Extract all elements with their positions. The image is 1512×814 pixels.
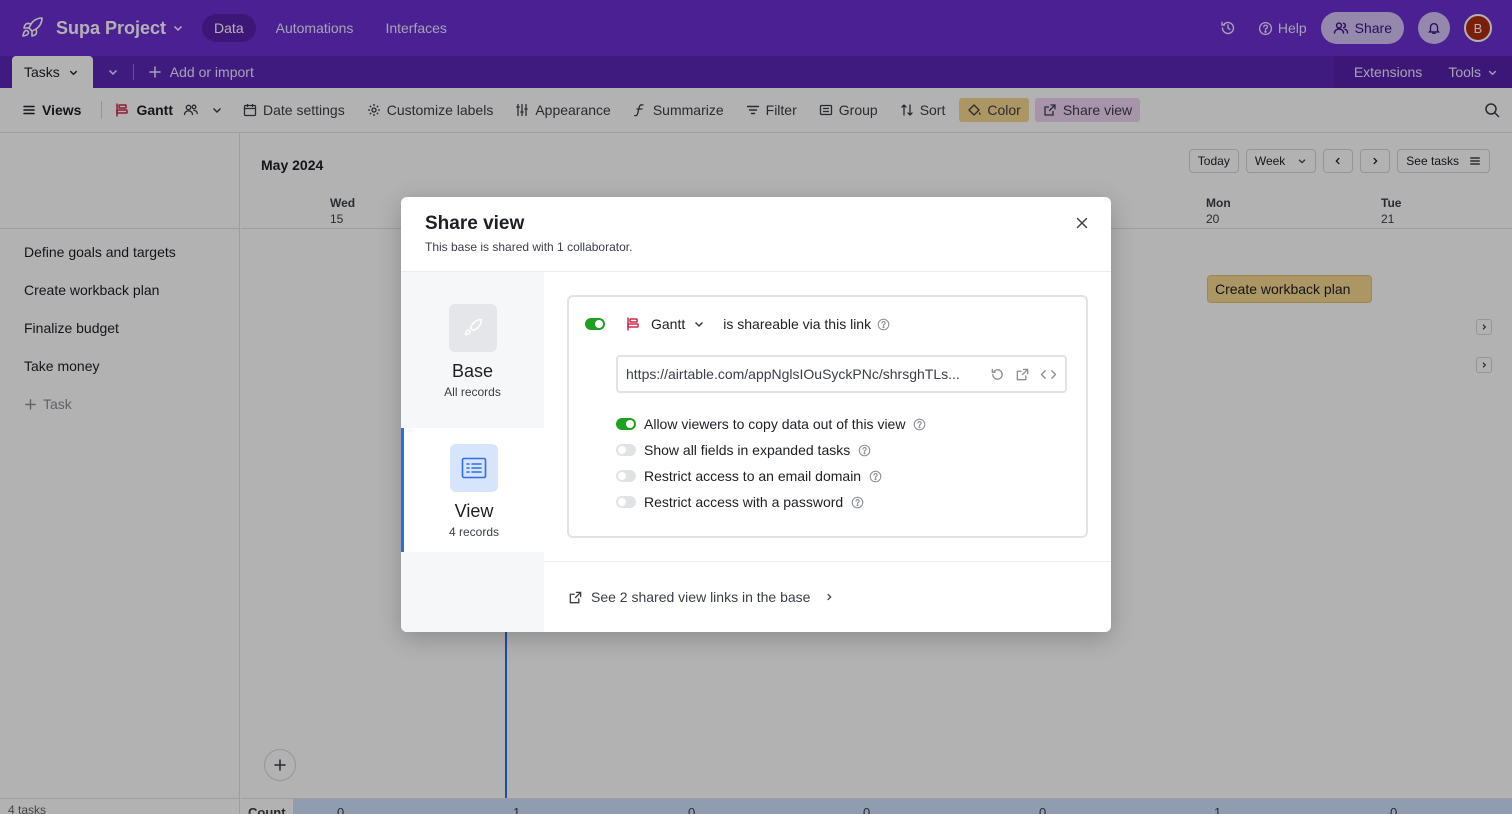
- help-icon[interactable]: [851, 496, 864, 509]
- share-view-dialog: Share view This base is shared with 1 co…: [401, 197, 1111, 632]
- regenerate-icon[interactable]: [990, 367, 1005, 382]
- gantt-icon: [625, 316, 641, 332]
- share-settings: Gantt is shareable via this link https:/…: [544, 272, 1111, 632]
- option-desc: 4 records: [448, 525, 500, 539]
- rocket-icon: [448, 304, 497, 352]
- copy-data-toggle[interactable]: [616, 418, 636, 430]
- option-name: Base: [451, 361, 494, 381]
- embed-code-icon[interactable]: [1040, 367, 1057, 382]
- share-option-row: Allow viewers to copy data out of this v…: [616, 411, 926, 437]
- share-base-option[interactable]: Base All records: [401, 304, 544, 428]
- share-link-field[interactable]: https://airtable.com/appNglsIOuSyckPNc/s…: [616, 355, 1067, 393]
- share-scope-options: Base All records View 4 records: [401, 272, 544, 632]
- email-domain-toggle[interactable]: [616, 470, 636, 482]
- help-icon[interactable]: [913, 418, 926, 431]
- help-icon[interactable]: [869, 470, 882, 483]
- shared-view-name[interactable]: Gantt: [651, 316, 685, 332]
- dialog-header: Share view This base is shared with 1 co…: [401, 197, 1111, 272]
- share-option-row: Show all fields in expanded tasks: [616, 437, 926, 463]
- option-label: Restrict access to an email domain: [644, 468, 862, 484]
- chevron-down-icon[interactable]: [693, 318, 705, 330]
- link-actions: [990, 367, 1057, 382]
- share-view-option[interactable]: View 4 records: [401, 428, 544, 552]
- share-option-row: Restrict access with a password: [616, 489, 926, 515]
- share-link-toggle[interactable]: [585, 318, 605, 330]
- option-label: Allow viewers to copy data out of this v…: [644, 416, 906, 432]
- external-link-icon: [568, 590, 583, 605]
- shared-links-footer[interactable]: See 2 shared view links in the base: [544, 561, 1111, 632]
- open-link-icon[interactable]: [1015, 367, 1030, 382]
- share-link-header: Gantt is shareable via this link: [585, 316, 890, 332]
- share-link-card: Gantt is shareable via this link https:/…: [567, 295, 1088, 538]
- shareable-text: is shareable via this link: [723, 316, 872, 332]
- share-options-list: Allow viewers to copy data out of this v…: [616, 411, 926, 515]
- show-all-fields-toggle[interactable]: [616, 444, 636, 456]
- help-icon[interactable]: [877, 318, 890, 331]
- chevron-right-icon: [824, 592, 834, 602]
- option-name: View: [454, 501, 494, 521]
- password-toggle[interactable]: [616, 496, 636, 508]
- option-label: Restrict access with a password: [644, 494, 844, 510]
- option-desc: All records: [444, 385, 501, 399]
- close-icon[interactable]: [1073, 214, 1091, 232]
- shared-links-label: See 2 shared view links in the base: [591, 589, 811, 605]
- help-icon[interactable]: [858, 444, 871, 457]
- option-label: Show all fields in expanded tasks: [644, 442, 851, 458]
- share-link-url[interactable]: https://airtable.com/appNglsIOuSyckPNc/s…: [626, 366, 982, 382]
- share-option-row: Restrict access to an email domain: [616, 463, 926, 489]
- dialog-title: Share view: [425, 213, 525, 234]
- dialog-subtitle: This base is shared with 1 collaborator.: [425, 240, 633, 254]
- list-view-icon: [450, 444, 498, 492]
